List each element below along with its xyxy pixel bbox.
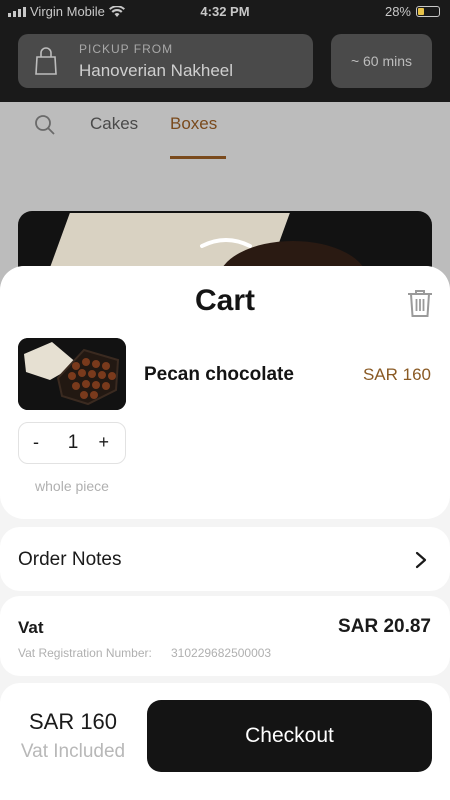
status-time: 4:32 PM: [200, 4, 250, 19]
app-header: Virgin Mobile 4:32 PM 28% PICKUP FROM Ha…: [0, 0, 450, 102]
battery-icon: [416, 6, 440, 17]
cart-item-price: SAR 160: [362, 365, 431, 384]
order-notes-row[interactable]: Order Notes: [0, 527, 450, 591]
vat-card: Vat SAR 20.87 Vat Registration Number: 3…: [0, 596, 450, 676]
search-icon[interactable]: [34, 114, 56, 136]
vat-registration-number: 310229682500003: [171, 646, 272, 660]
shopping-bag-icon: [35, 47, 57, 75]
unit-label: whole piece: [35, 478, 109, 494]
order-notes-label: Order Notes: [18, 549, 122, 570]
quantity-value: 1: [67, 432, 79, 453]
chocolate-box-image: [18, 338, 126, 410]
tab-cakes[interactable]: Cakes: [90, 114, 138, 134]
chevron-right-icon: [415, 551, 427, 569]
checkout-footer: SAR 160 Vat Included Checkout: [0, 683, 450, 800]
status-right: 28%: [385, 4, 440, 19]
trash-icon[interactable]: [406, 288, 434, 318]
checkout-button[interactable]: Checkout: [147, 700, 432, 772]
pickup-location: Hanoverian Nakheel: [79, 61, 234, 80]
cart-card: Cart Pecan chocolate SAR 160 - 1 + whole…: [0, 266, 450, 519]
cart-title: Cart: [194, 284, 255, 317]
category-tabs: Cakes Boxes: [0, 102, 450, 162]
vat-included-note: Vat Included: [20, 741, 126, 762]
sheet-handle-icon[interactable]: [198, 232, 254, 252]
battery-percent: 28%: [384, 4, 411, 19]
vat-amount: SAR 20.87: [338, 616, 431, 637]
quantity-stepper: - 1 +: [18, 422, 126, 464]
cart-item-name: Pecan chocolate: [144, 364, 294, 385]
cart-sheet: Cart Pecan chocolate SAR 160 - 1 + whole…: [0, 266, 450, 800]
prep-time-badge[interactable]: ~ 60 mins: [331, 34, 432, 88]
vat-label: Vat: [18, 618, 44, 637]
tab-boxes[interactable]: Boxes: [170, 114, 217, 134]
cart-item-image: [18, 338, 126, 410]
status-bar: Virgin Mobile 4:32 PM 28%: [0, 0, 450, 24]
vat-registration-label: Vat Registration Number:: [18, 646, 152, 660]
total-amount: SAR 160: [28, 709, 118, 734]
battery-fill: [418, 8, 424, 15]
pickup-selector[interactable]: PICKUP FROM Hanoverian Nakheel: [18, 34, 313, 88]
increment-button[interactable]: +: [98, 432, 109, 453]
active-tab-indicator: [170, 156, 226, 159]
pickup-label: PICKUP FROM: [79, 42, 174, 56]
